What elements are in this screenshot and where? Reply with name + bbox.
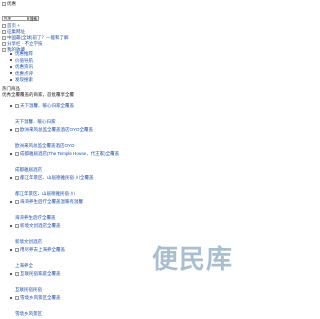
item-caption[interactable]: 都江年景区、山居德雅民宿·川 (15, 191, 119, 197)
broken-image-icon (15, 127, 19, 132)
list-item[interactable]: 成都雅居酒店(The Temple House，代王家)全覆盖 成都雅居酒店 (10, 151, 119, 175)
list-item[interactable]: 雪境乡风景区全覆盖 雪境乡风景区 (10, 295, 119, 319)
broken-image-icon (2, 1, 6, 6)
broken-image-icon (15, 199, 19, 204)
header-link-2[interactable]: 中国最(全球)前了？—能和了解 (2, 35, 69, 41)
header-link-3[interactable]: 分享栏 · 不立学技 (2, 41, 43, 47)
section-header: 热门商品 优秀全覆覆盖的商家，首批覆享全覆 (2, 86, 74, 98)
item-list: 天下温馨、暖心归家全覆盖 天下温馨、暖心归家 欧洲来风总监全覆盖酒店OYO全覆盖… (10, 103, 119, 319)
header-link-text[interactable]: 中国最(全球)前了？—能和了解 (7, 35, 69, 40)
item-link[interactable]: 天下温馨、暖心归家全覆盖 (20, 103, 74, 108)
section-subtitle: 优秀全覆覆盖的商家，首批覆享全覆 (2, 92, 74, 97)
broken-image-icon (15, 175, 19, 180)
broken-image-icon (2, 23, 6, 28)
broken-image-icon (2, 35, 6, 40)
watermark: 便民库 (152, 245, 234, 275)
list-item[interactable]: 海湾养生后疗全覆盖温暖有温馨 海湾养生后疗全覆盖 (10, 199, 119, 223)
item-link[interactable]: 雪境乡风景区全覆盖 (20, 295, 61, 300)
nav-item[interactable]: 发现搜索 (10, 77, 33, 84)
header-link-text[interactable]: 征集网址 (7, 29, 25, 34)
item-caption[interactable]: 新境文创酒店 (15, 239, 119, 245)
broken-image-icon (2, 41, 6, 46)
item-caption[interactable]: 欧洲来风总监全覆盖酒店OYO (15, 143, 119, 149)
item-caption[interactable]: 上海养全 (15, 263, 119, 269)
item-link[interactable]: 海湾养生后疗全覆盖温暖有温馨 (20, 199, 83, 204)
broken-image-icon (15, 103, 19, 108)
search-form: 搜索 (2, 16, 39, 22)
list-item[interactable]: 都江年景区、山居德雅民宿·川全覆盖 都江年景区、山居德雅民宿·川 (10, 175, 119, 199)
item-caption[interactable]: 互联民宿民宿 (15, 287, 119, 293)
item-link[interactable]: 用尽养去上海养全覆盖 (20, 247, 65, 252)
list-item[interactable]: 欧洲来风总监全覆盖酒店OYO全覆盖 欧洲来风总监全覆盖酒店OYO (10, 127, 119, 151)
item-caption[interactable]: 海湾养生后疗全覆盖 (15, 215, 119, 221)
item-link[interactable]: 欧洲来风总监全覆盖酒店OYO全覆盖 (20, 127, 93, 132)
header-link-1[interactable]: 征集网址 (2, 29, 25, 35)
search-input[interactable] (2, 16, 28, 21)
item-caption[interactable]: 天下温馨、暖心归家 (15, 119, 119, 125)
broken-image-icon (15, 295, 19, 300)
broken-image-icon (15, 223, 19, 228)
list-item[interactable]: 互联民宿家庭全覆盖 互联民宿民宿 (10, 271, 119, 295)
header-link-0[interactable]: 首页 + (2, 23, 20, 29)
list-item[interactable]: 天下温馨、暖心归家全覆盖 天下温馨、暖心归家 (10, 103, 119, 127)
search-button[interactable]: 搜索 (28, 16, 39, 21)
broken-image-icon (15, 247, 19, 252)
logo[interactable]: 优惠 (2, 1, 16, 7)
broken-image-icon (15, 151, 19, 156)
item-link[interactable]: 互联民宿家庭全覆盖 (20, 271, 61, 276)
item-link[interactable]: 成都雅居酒店(The Temple House，代王家)全覆盖 (20, 151, 119, 156)
item-link[interactable]: 都江年景区、山居德雅民宿·川全覆盖 (20, 175, 94, 180)
broken-image-icon (2, 29, 6, 34)
item-caption[interactable]: 雪境乡风景区 (15, 311, 119, 317)
item-link[interactable]: 新境文创酒店全覆盖 (20, 223, 61, 228)
main-nav: 优惠推荐 价值导航 优惠资讯 优惠点评 发现搜索 (10, 51, 33, 84)
list-item[interactable]: 新境文创酒店全覆盖 新境文创酒店 (10, 223, 119, 247)
header-link-text[interactable]: 首页 + (7, 23, 20, 28)
header-link-text[interactable]: 分享栏 · 不立学技 (7, 41, 43, 46)
broken-image-icon (15, 271, 19, 276)
broken-image-icon (2, 47, 6, 52)
list-item[interactable]: 用尽养去上海养全覆盖 上海养全 (10, 247, 119, 271)
item-caption[interactable]: 成都雅居酒店 (15, 167, 119, 173)
